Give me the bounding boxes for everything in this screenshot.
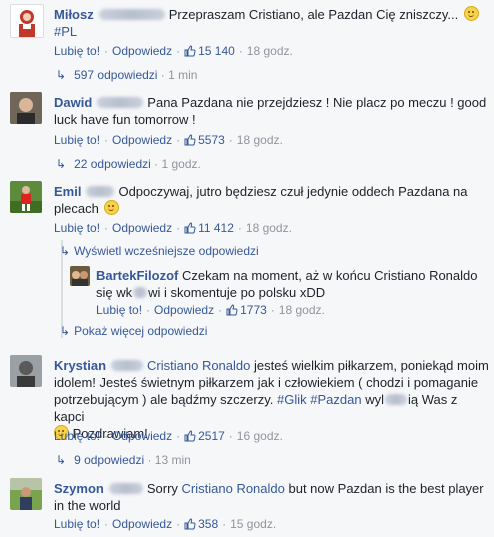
like-button[interactable]: Lubię to! — [54, 429, 100, 443]
avatar[interactable] — [10, 4, 44, 38]
blurred-surname — [97, 97, 144, 108]
comment-author[interactable]: Dawid — [54, 95, 92, 110]
like-button[interactable]: Lubię to! — [54, 133, 100, 147]
comment-time[interactable]: 16 godz. — [237, 429, 283, 443]
comments-section: Miłosz Przepraszam Cristiano, ale Pazdan … — [0, 0, 494, 537]
reply-arrow-icon: ↳ — [56, 68, 67, 82]
smiley-emoji-icon — [463, 6, 479, 21]
replies-count[interactable]: 9 odpowiedzi — [74, 453, 144, 467]
show-earlier-label[interactable]: Wyświetl wcześniejsze odpowiedzi — [74, 244, 259, 258]
comment-author[interactable]: Szymon — [54, 481, 104, 496]
avatar[interactable] — [10, 478, 42, 510]
replies-count[interactable]: 597 odpowiedzi — [74, 68, 157, 82]
comment-time[interactable]: 18 godz. — [237, 133, 283, 147]
comment-time[interactable]: 18 godz. — [246, 221, 292, 235]
like-button[interactable]: Lubię to! — [54, 221, 100, 235]
show-earlier-replies-link[interactable]: ↳ Wyświetl wcześniejsze odpowiedzi — [60, 244, 259, 258]
replies-time: 1 min — [168, 68, 198, 82]
view-replies-link[interactable]: ↳ 597 odpowiedzi · 1 min — [56, 68, 197, 82]
thumbs-up-icon — [184, 430, 196, 445]
comment-author[interactable]: Krystian — [54, 358, 106, 373]
reply-arrow-icon: ↳ — [60, 244, 71, 258]
comment-text-part2: wyl — [365, 392, 384, 407]
like-count[interactable]: 1773 — [240, 303, 267, 317]
avatar[interactable] — [10, 92, 42, 124]
comment-actions: Lubię to! · Odpowiedz · 15 140 · 18 godz. — [54, 44, 293, 60]
blurred-surname — [111, 360, 144, 371]
replies-count[interactable]: 22 odpowiedzi — [74, 157, 151, 171]
reply-arrow-icon: ↳ — [56, 453, 67, 467]
like-count[interactable]: 5573 — [198, 133, 225, 147]
replies-time: 1 godz. — [161, 157, 201, 171]
reply-author[interactable]: BartekFilozof — [96, 268, 178, 283]
reply-text-part2: wi i skomentuje po polsku xDD — [148, 285, 326, 300]
mention-link[interactable]: Cristiano Ronaldo — [182, 481, 285, 496]
comment-actions: Lubię to! · Odpowiedz · 358 · 15 godz. — [54, 517, 277, 533]
like-count[interactable]: 11 412 — [198, 221, 234, 235]
avatar[interactable] — [10, 181, 42, 213]
like-button[interactable]: Lubię to! — [96, 303, 142, 317]
view-replies-link[interactable]: ↳ 22 odpowiedzi · 1 godz. — [56, 157, 201, 171]
reply-button[interactable]: Odpowiedz — [154, 303, 214, 317]
reply-arrow-icon: ↳ — [56, 157, 67, 171]
blurred-surname — [108, 483, 143, 494]
like-button[interactable]: Lubię to! — [54, 517, 100, 531]
smiley-emoji-icon — [104, 200, 120, 215]
like-count[interactable]: 358 — [198, 517, 218, 531]
show-more-label[interactable]: Pokaż więcej odpowiedzi — [74, 324, 207, 338]
like-count[interactable]: 15 140 — [198, 44, 235, 58]
reply-actions: Lubię to! · Odpowiedz · 1773 · 18 godz. — [96, 303, 325, 319]
comment-actions: Lubię to! · Odpowiedz · 2517 · 16 godz. — [54, 429, 283, 445]
avatar[interactable] — [70, 266, 90, 286]
comment-actions: Lubię to! · Odpowiedz · 11 412 · 18 godz. — [54, 221, 292, 237]
view-replies-link[interactable]: ↳ 9 odpowiedzi · 13 min — [56, 453, 191, 467]
comment-author[interactable]: Emil — [54, 184, 81, 199]
reply-arrow-icon: ↳ — [60, 324, 71, 338]
comment-actions: Lubię to! · Odpowiedz · 5573 · 18 godz. — [54, 133, 283, 149]
hashtag-link[interactable]: #Glik — [277, 392, 307, 407]
blurred-word — [133, 287, 148, 298]
thumbs-up-icon — [184, 45, 196, 60]
thumbs-up-icon — [184, 518, 196, 533]
reply-button[interactable]: Odpowiedz — [112, 221, 172, 235]
thumbs-up-icon — [184, 222, 196, 237]
avatar[interactable] — [10, 355, 42, 387]
comment-time[interactable]: 18 godz. — [247, 44, 293, 58]
mention-link[interactable]: Cristiano Ronaldo — [147, 358, 250, 373]
like-button[interactable]: Lubię to! — [54, 44, 100, 58]
reply-time[interactable]: 18 godz. — [279, 303, 325, 317]
show-more-replies-link[interactable]: ↳ Pokaż więcej odpowiedzi — [60, 324, 207, 338]
hashtag-link[interactable]: #Pazdan — [310, 392, 361, 407]
like-count[interactable]: 2517 — [198, 429, 225, 443]
comment-text: Przepraszam Cristiano, ale Pazdan Cię zn… — [168, 7, 459, 22]
reply-button[interactable]: Odpowiedz — [112, 133, 172, 147]
comment-text-part1: Sorry — [146, 481, 178, 496]
replies-time: 13 min — [154, 453, 191, 467]
reply-button[interactable]: Odpowiedz — [112, 44, 172, 58]
thumbs-up-icon — [226, 304, 238, 319]
blurred-surname — [86, 186, 115, 197]
reply-button[interactable]: Odpowiedz — [112, 429, 172, 443]
thumbs-up-icon — [184, 134, 196, 149]
blurred-surname — [98, 9, 165, 20]
blurred-word — [385, 394, 407, 405]
comment-author[interactable]: Miłosz — [54, 7, 94, 22]
hashtag-link[interactable]: #PL — [54, 24, 77, 39]
reply-button[interactable]: Odpowiedz — [112, 517, 172, 531]
comment-time[interactable]: 15 godz. — [230, 517, 276, 531]
